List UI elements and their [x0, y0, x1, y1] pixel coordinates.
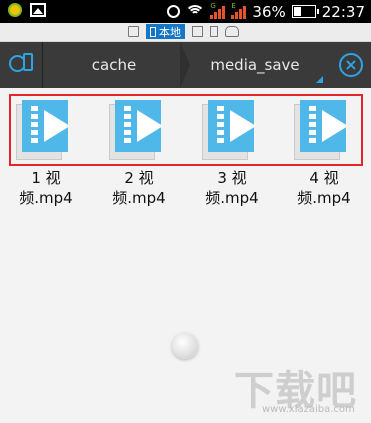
wifi-icon: [186, 4, 205, 19]
video-file-icon: [16, 100, 70, 160]
breadcrumb-media-save[interactable]: media_save: [182, 42, 328, 88]
breadcrumb-cache[interactable]: cache: [46, 42, 182, 88]
local-phone-icon: [150, 26, 156, 37]
alarm-icon: [167, 5, 181, 18]
storage-switch-button[interactable]: [0, 42, 43, 88]
signal-icon: E: [231, 2, 247, 19]
cloud-icon[interactable]: [225, 26, 239, 37]
battery-icon: [291, 5, 319, 18]
app-badge-icon: [8, 3, 22, 17]
signal-icon: G: [210, 2, 226, 19]
floating-action-button[interactable]: [172, 333, 198, 359]
list-icon[interactable]: [210, 26, 218, 37]
file-name: 2 视频.mp4: [112, 169, 166, 207]
location-bar: 本地: [0, 23, 371, 42]
globe-phone-icon: [9, 53, 33, 77]
file-name: 1 视频.mp4: [19, 169, 73, 207]
video-file-icon: [294, 100, 348, 160]
home-icon[interactable]: [128, 26, 139, 37]
dropdown-corner-icon: [316, 76, 323, 83]
clock: 22:37: [321, 2, 365, 21]
watermark-url: www.xiazaiba.com: [262, 404, 355, 415]
gallery-icon: [30, 3, 46, 17]
tab-local-label: 本地: [159, 25, 181, 39]
close-circle-icon[interactable]: ×: [339, 53, 363, 77]
file-name: 4 视频.mp4: [297, 169, 351, 207]
status-bar: G E 36% 22:37: [0, 0, 371, 23]
battery-percent: 36%: [252, 2, 286, 21]
path-toolbar: cache media_save ×: [0, 42, 371, 88]
file-name: 3 视频.mp4: [205, 169, 259, 207]
video-file-icon: [202, 100, 256, 160]
tab-local[interactable]: 本地: [146, 24, 185, 39]
list-icon[interactable]: [192, 26, 203, 37]
video-file-icon: [109, 100, 163, 160]
